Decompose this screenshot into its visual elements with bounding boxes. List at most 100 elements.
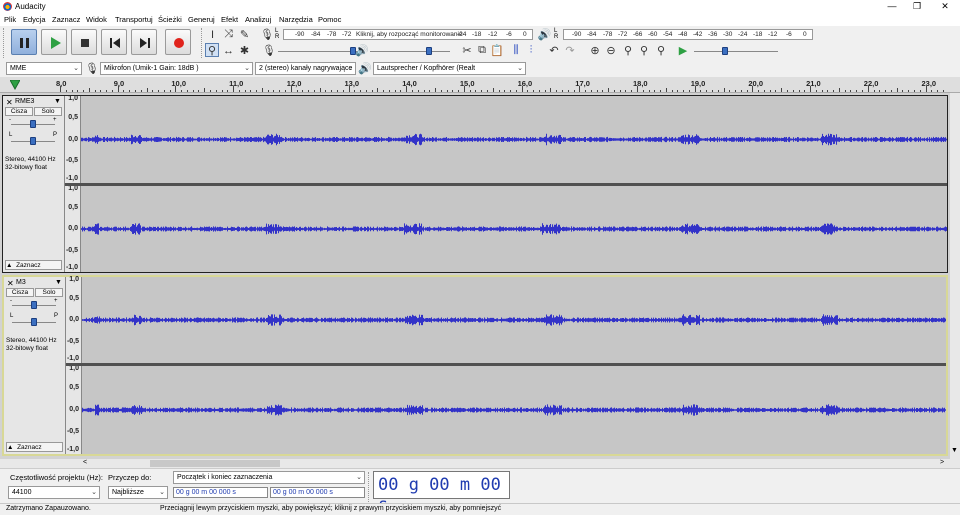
menu-efekt[interactable]: Efekt bbox=[221, 15, 238, 24]
project-rate-select[interactable]: 44100 ⌄ bbox=[8, 486, 100, 499]
mute-button[interactable]: Cisza bbox=[5, 107, 33, 116]
selection-mode-select[interactable]: Początek i koniec zaznaczenia ⌄ bbox=[173, 471, 365, 484]
pan-slider[interactable]: L P bbox=[9, 132, 57, 146]
zoom-tool-icon[interactable]: ⚲ bbox=[205, 43, 219, 57]
waveform-right-channel[interactable] bbox=[82, 366, 946, 454]
playback-meter[interactable]: -90 -84 -78 -72 -66 -60 -54 -48 -42 -36 … bbox=[563, 29, 813, 40]
snap-select[interactable]: Najbliższe ⌄ bbox=[108, 486, 168, 499]
solo-button[interactable]: Solo bbox=[34, 107, 62, 116]
zoom-out-icon[interactable]: ⊖ bbox=[604, 44, 618, 57]
play-at-speed-icon[interactable]: ▶ bbox=[676, 44, 690, 57]
mic-icon[interactable]: 🎙 bbox=[260, 28, 274, 41]
menu-analizuj[interactable]: Analizuj bbox=[245, 15, 271, 24]
scroll-down-icon[interactable]: ▼ bbox=[951, 447, 958, 454]
track-select-button[interactable]: ▲ Zaznacz bbox=[6, 442, 63, 452]
scroll-right-icon[interactable]: > bbox=[940, 459, 944, 466]
output-device-select[interactable]: Lautsprecher / Kopfhörer (Realt ⌄ bbox=[373, 62, 526, 75]
mute-button[interactable]: Cisza bbox=[6, 288, 34, 297]
speaker-icon[interactable]: 🔊 bbox=[538, 28, 552, 41]
ruler-tick bbox=[417, 90, 419, 92]
ruler-tick bbox=[71, 90, 73, 92]
menu-zaznacz[interactable]: Zaznacz bbox=[52, 15, 80, 24]
timeshift-tool-icon[interactable]: ↔ bbox=[222, 44, 235, 57]
track-name[interactable]: RME3 bbox=[15, 98, 34, 105]
ruler-tick bbox=[440, 90, 442, 92]
ruler-tick-label: 16,0 bbox=[517, 79, 533, 88]
fit-selection-icon[interactable]: ⚲ bbox=[621, 44, 635, 57]
record-button[interactable] bbox=[165, 29, 191, 55]
ruler-tick bbox=[158, 90, 160, 92]
record-meter[interactable]: -90 -84 -78 -72 Kliknij, aby rozpocząć m… bbox=[283, 29, 533, 40]
gain-slider[interactable]: - + bbox=[9, 117, 57, 129]
menu-sciezki[interactable]: Ścieżki bbox=[158, 15, 182, 24]
skip-end-button[interactable] bbox=[131, 29, 157, 55]
menu-widok[interactable]: Widok bbox=[86, 15, 107, 24]
fit-project-icon[interactable]: ⚲ bbox=[637, 44, 651, 57]
ruler-tick-label: 21,0 bbox=[806, 79, 821, 88]
track-select-button[interactable]: ▲ Zaznacz bbox=[5, 260, 62, 270]
record-volume-slider[interactable] bbox=[278, 45, 358, 57]
track-menu-icon[interactable]: ▼ bbox=[54, 98, 61, 105]
close-track-icon[interactable]: ✕ bbox=[6, 98, 13, 107]
waveform-left-channel[interactable] bbox=[82, 277, 946, 363]
envelope-tool-icon[interactable]: ⤨ bbox=[222, 28, 235, 41]
paste-icon[interactable]: 📋 bbox=[490, 44, 504, 57]
copy-icon[interactable]: ⧉ bbox=[475, 44, 489, 57]
input-channels-select[interactable]: 2 (stereo) kanały nagrywające ⌄ bbox=[255, 62, 356, 75]
play-head-icon bbox=[10, 80, 20, 90]
ruler-tick-label: 17,0 bbox=[575, 79, 590, 88]
vertical-scrollbar[interactable]: ▼ bbox=[950, 93, 960, 459]
solo-button[interactable]: Solo bbox=[35, 288, 63, 297]
audio-host-select[interactable]: MME ⌄ bbox=[6, 62, 82, 75]
selection-end-time[interactable]: 00 g 00 m 00 000 s bbox=[270, 487, 365, 498]
restore-icon[interactable]: ❐ bbox=[906, 1, 928, 12]
undo-icon[interactable]: ↶ bbox=[547, 44, 561, 57]
menu-transportuj[interactable]: Transportuj bbox=[115, 15, 153, 24]
ruler-tick bbox=[60, 86, 61, 92]
track-menu-icon[interactable]: ▼ bbox=[55, 279, 62, 286]
waveform-left-channel[interactable] bbox=[81, 96, 947, 183]
amplitude-label: -1,0 bbox=[65, 175, 78, 182]
zoom-toggle-icon[interactable]: ⚲ bbox=[654, 44, 668, 57]
ruler-tick bbox=[671, 90, 673, 92]
draw-tool-icon[interactable]: ✎ bbox=[238, 28, 251, 41]
play-speed-slider[interactable] bbox=[694, 45, 778, 57]
stop-button[interactable] bbox=[71, 29, 97, 55]
pause-button[interactable] bbox=[11, 29, 37, 55]
menu-edycja[interactable]: Edycja bbox=[23, 15, 46, 24]
zoom-in-icon[interactable]: ⊕ bbox=[588, 44, 602, 57]
menu-pomoc[interactable]: Pomoc bbox=[318, 15, 341, 24]
input-device-select[interactable]: Mikrofon (Umik-1 Gain: 18dB ) ⌄ bbox=[100, 62, 253, 75]
multi-tool-icon[interactable]: ✱ bbox=[238, 44, 251, 57]
ruler-tick bbox=[538, 90, 540, 92]
amplitude-label: -1,0 bbox=[66, 446, 79, 453]
selection-start-time[interactable]: 00 g 00 m 00 000 s bbox=[173, 487, 268, 498]
minimize-icon[interactable]: — bbox=[881, 1, 903, 11]
scroll-thumb[interactable] bbox=[150, 460, 280, 467]
trim-icon[interactable]: ⫼ bbox=[509, 44, 523, 57]
cut-icon[interactable]: ✂ bbox=[460, 44, 474, 57]
redo-icon[interactable]: ↷ bbox=[563, 44, 577, 57]
audio-position-display[interactable]: 00 g 00 m 00 s bbox=[373, 471, 510, 515]
selection-tool-icon[interactable]: I bbox=[206, 28, 219, 41]
close-track-icon[interactable]: ✕ bbox=[7, 279, 14, 288]
menu-generuj[interactable]: Generuj bbox=[188, 15, 215, 24]
track-name[interactable]: M3 bbox=[16, 279, 26, 286]
audio-track[interactable]: ✕ M3 ▼ Cisza Solo - + L P Stereo, 44100 … bbox=[2, 275, 948, 456]
play-button[interactable] bbox=[41, 29, 67, 55]
skip-start-button[interactable] bbox=[101, 29, 127, 55]
amplitude-label: -0,5 bbox=[66, 428, 79, 435]
gain-slider[interactable]: - + bbox=[10, 298, 58, 310]
scroll-left-icon[interactable]: < bbox=[83, 459, 87, 466]
silence-icon[interactable]: ⫶ bbox=[524, 44, 538, 57]
waveform-right-channel[interactable] bbox=[81, 186, 947, 272]
close-window-icon[interactable]: ✕ bbox=[934, 1, 956, 12]
ruler-tick bbox=[406, 86, 408, 92]
pan-slider[interactable]: L P bbox=[10, 313, 58, 327]
horizontal-scrollbar[interactable]: < > bbox=[0, 459, 960, 468]
playback-volume-slider[interactable] bbox=[370, 45, 450, 57]
timeline-ruler[interactable]: 8,0 9,0 10,0 11,0 12,0 13,0 14,0 15,0 16,0 17,0 18… bbox=[0, 77, 960, 93]
audio-track[interactable]: ✕ RME3 ▼ Cisza Solo - + L P Stereo, 4410… bbox=[2, 95, 948, 273]
menu-plik[interactable]: Plik bbox=[4, 15, 16, 24]
menu-narzedzia[interactable]: Narzędzia bbox=[279, 15, 313, 24]
